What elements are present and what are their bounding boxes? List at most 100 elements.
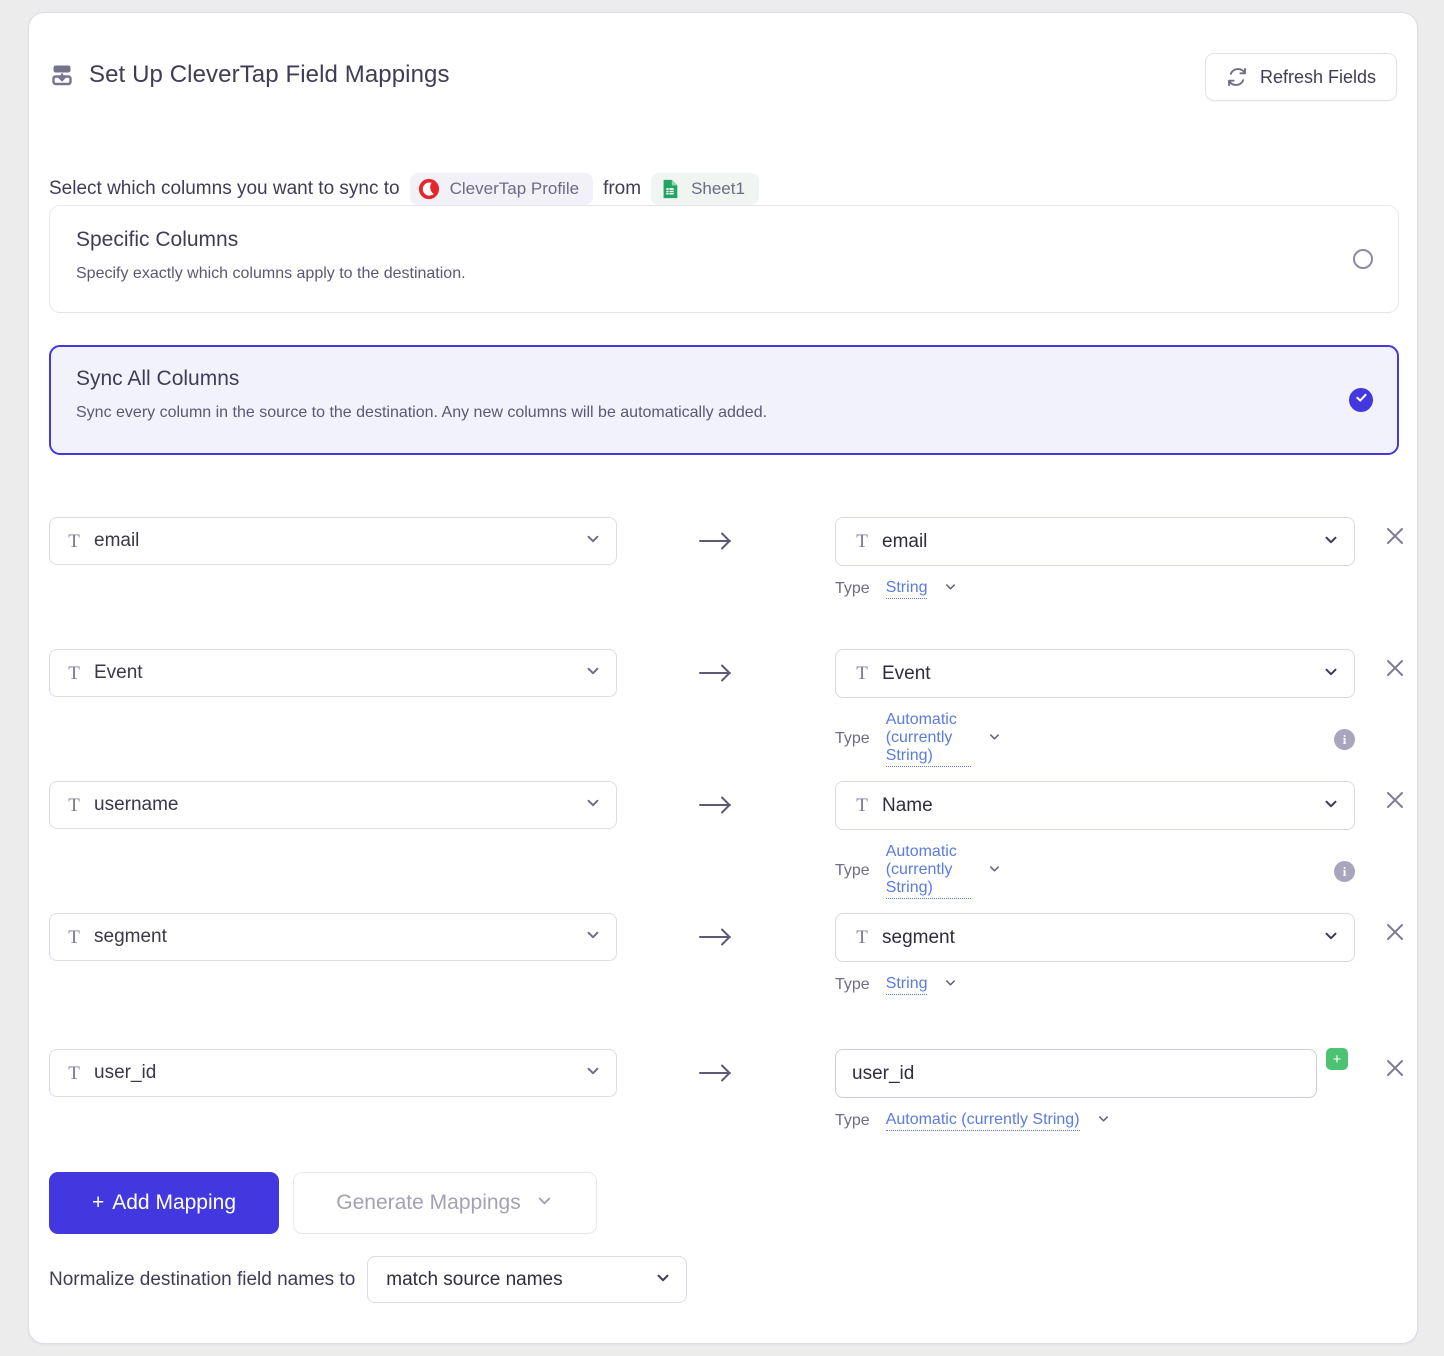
destination-field-value: Event — [882, 662, 931, 684]
import-merge-icon — [49, 62, 75, 88]
mapping-source-row: T username — [49, 781, 617, 829]
destination-field-input[interactable]: user_id — [835, 1049, 1317, 1098]
normalize-select[interactable]: match source names — [367, 1256, 688, 1303]
chevron-down-icon[interactable] — [943, 975, 958, 995]
chevron-down-icon[interactable] — [987, 729, 1002, 749]
radio-sync-all-columns[interactable] — [1349, 388, 1373, 412]
chevron-down-icon[interactable] — [943, 579, 958, 599]
radio-specific-columns[interactable] — [1353, 249, 1373, 269]
normalize-value: match source names — [386, 1268, 563, 1290]
source-field-select[interactable]: T segment — [49, 913, 617, 961]
add-mapping-label: Add Mapping — [112, 1191, 237, 1214]
type-label: Type — [835, 730, 870, 747]
source-pill-label: Sheet1 — [691, 179, 745, 198]
mapping-destination-row: T email Type String — [835, 517, 1355, 599]
plus-icon: + — [1332, 1050, 1342, 1068]
source-field-value: user_id — [94, 1062, 157, 1083]
remove-mapping-button[interactable] — [1384, 657, 1406, 684]
mapping-arrow — [697, 529, 735, 558]
source-field-select[interactable]: T email — [49, 517, 617, 565]
destination-field-value: segment — [882, 926, 955, 948]
chevron-down-icon — [1322, 530, 1340, 553]
destination-type-link[interactable]: String — [885, 975, 928, 995]
string-type-icon: T — [68, 530, 80, 552]
info-icon[interactable]: i — [1334, 860, 1355, 882]
clevertap-logo-icon — [418, 178, 440, 200]
mapping-arrow — [697, 1061, 735, 1090]
type-label: Type — [835, 976, 870, 993]
destination-type-link[interactable]: String — [885, 579, 928, 599]
refresh-icon — [1226, 66, 1248, 88]
option-sync-all-title: Sync All Columns — [76, 367, 240, 390]
source-field-select[interactable]: T Event — [49, 649, 617, 697]
chevron-down-icon[interactable] — [1096, 1111, 1111, 1131]
page-title: Set Up CleverTap Field Mappings — [89, 61, 450, 88]
mapping-arrow — [697, 793, 735, 822]
mapping-destination-row: T Name Type Automatic (currently String)… — [835, 781, 1355, 899]
card-header: Set Up CleverTap Field Mappings — [49, 61, 450, 89]
destination-field-select[interactable]: T Event — [835, 649, 1355, 698]
remove-mapping-button[interactable] — [1384, 1057, 1406, 1084]
chevron-down-icon — [654, 1268, 672, 1291]
source-field-select[interactable]: T user_id — [49, 1049, 617, 1097]
mapping-destination-row: T Event Type Automatic (currently String… — [835, 649, 1355, 767]
option-sync-all-columns[interactable]: Sync All Columns Sync every column in th… — [49, 345, 1399, 455]
field-mappings-card: Set Up CleverTap Field Mappings Refresh … — [28, 12, 1418, 1344]
remove-mapping-button[interactable] — [1384, 789, 1406, 816]
mapping-arrow — [697, 661, 735, 690]
check-icon — [1355, 391, 1368, 409]
destination-pill-label: CleverTap Profile — [449, 179, 580, 198]
mapping-source-row: T email — [49, 517, 617, 565]
chevron-down-icon — [1322, 662, 1340, 685]
refresh-fields-button[interactable]: Refresh Fields — [1204, 53, 1397, 101]
remove-mapping-button[interactable] — [1384, 525, 1406, 552]
source-pill[interactable]: Sheet1 — [651, 173, 759, 205]
string-type-icon: T — [856, 927, 868, 948]
source-field-value: segment — [94, 926, 167, 947]
chevron-down-icon — [584, 530, 602, 553]
destination-field-select[interactable]: T email — [835, 517, 1355, 566]
string-type-icon: T — [856, 531, 868, 552]
option-specific-title: Specific Columns — [76, 228, 239, 251]
destination-field-select[interactable]: T segment — [835, 913, 1355, 962]
chevron-down-icon — [1322, 794, 1340, 817]
destination-type-link[interactable]: Automatic (currently String) — [885, 711, 971, 767]
chevron-down-icon — [584, 926, 602, 949]
destination-field-value: user_id — [852, 1062, 915, 1084]
string-type-icon: T — [856, 663, 868, 684]
string-type-icon: T — [68, 662, 80, 684]
destination-field-value: email — [882, 530, 928, 552]
chevron-down-icon — [535, 1191, 554, 1216]
option-specific-columns[interactable]: Specific Columns Specify exactly which c… — [49, 205, 1399, 313]
type-label: Type — [835, 1112, 870, 1129]
destination-type-link[interactable]: Automatic (currently String) — [885, 843, 971, 899]
source-field-select[interactable]: T username — [49, 781, 617, 829]
refresh-fields-label: Refresh Fields — [1259, 66, 1376, 87]
string-type-icon: T — [68, 1062, 80, 1084]
normalize-label: Normalize destination field names to — [49, 1268, 356, 1290]
mapping-destination-row: T segment Type String — [835, 913, 1355, 995]
destination-pill[interactable]: CleverTap Profile — [409, 173, 594, 205]
destination-type-row: Type Automatic (currently String) — [835, 1111, 1317, 1131]
source-field-value: email — [94, 530, 140, 551]
chevron-down-icon[interactable] — [987, 861, 1002, 881]
mapping-source-row: T segment — [49, 913, 617, 961]
destination-type-row: Type Automatic (currently String) i — [835, 711, 1355, 767]
add-destination-field-button[interactable]: + — [1326, 1048, 1348, 1070]
destination-type-row: Type Automatic (currently String) i — [835, 843, 1355, 899]
plus-icon: + — [91, 1191, 105, 1214]
subtitle-row: Select which columns you want to sync to… — [49, 173, 759, 205]
generate-mappings-button[interactable]: Generate Mappings — [293, 1172, 597, 1234]
remove-mapping-button[interactable] — [1384, 921, 1406, 948]
mapping-source-row: T Event — [49, 649, 617, 697]
add-mapping-button[interactable]: + Add Mapping — [49, 1172, 279, 1234]
app-background: Set Up CleverTap Field Mappings Refresh … — [0, 0, 1444, 1356]
destination-field-select[interactable]: T Name — [835, 781, 1355, 830]
destination-type-link[interactable]: Automatic (currently String) — [885, 1111, 1080, 1131]
destination-type-row: Type String — [835, 579, 1355, 599]
normalize-row: Normalize destination field names to mat… — [49, 1256, 688, 1303]
option-specific-description: Specify exactly which columns apply to t… — [76, 265, 466, 282]
chevron-down-icon — [584, 1062, 602, 1085]
chevron-down-icon — [1322, 926, 1340, 949]
info-icon[interactable]: i — [1334, 728, 1355, 750]
